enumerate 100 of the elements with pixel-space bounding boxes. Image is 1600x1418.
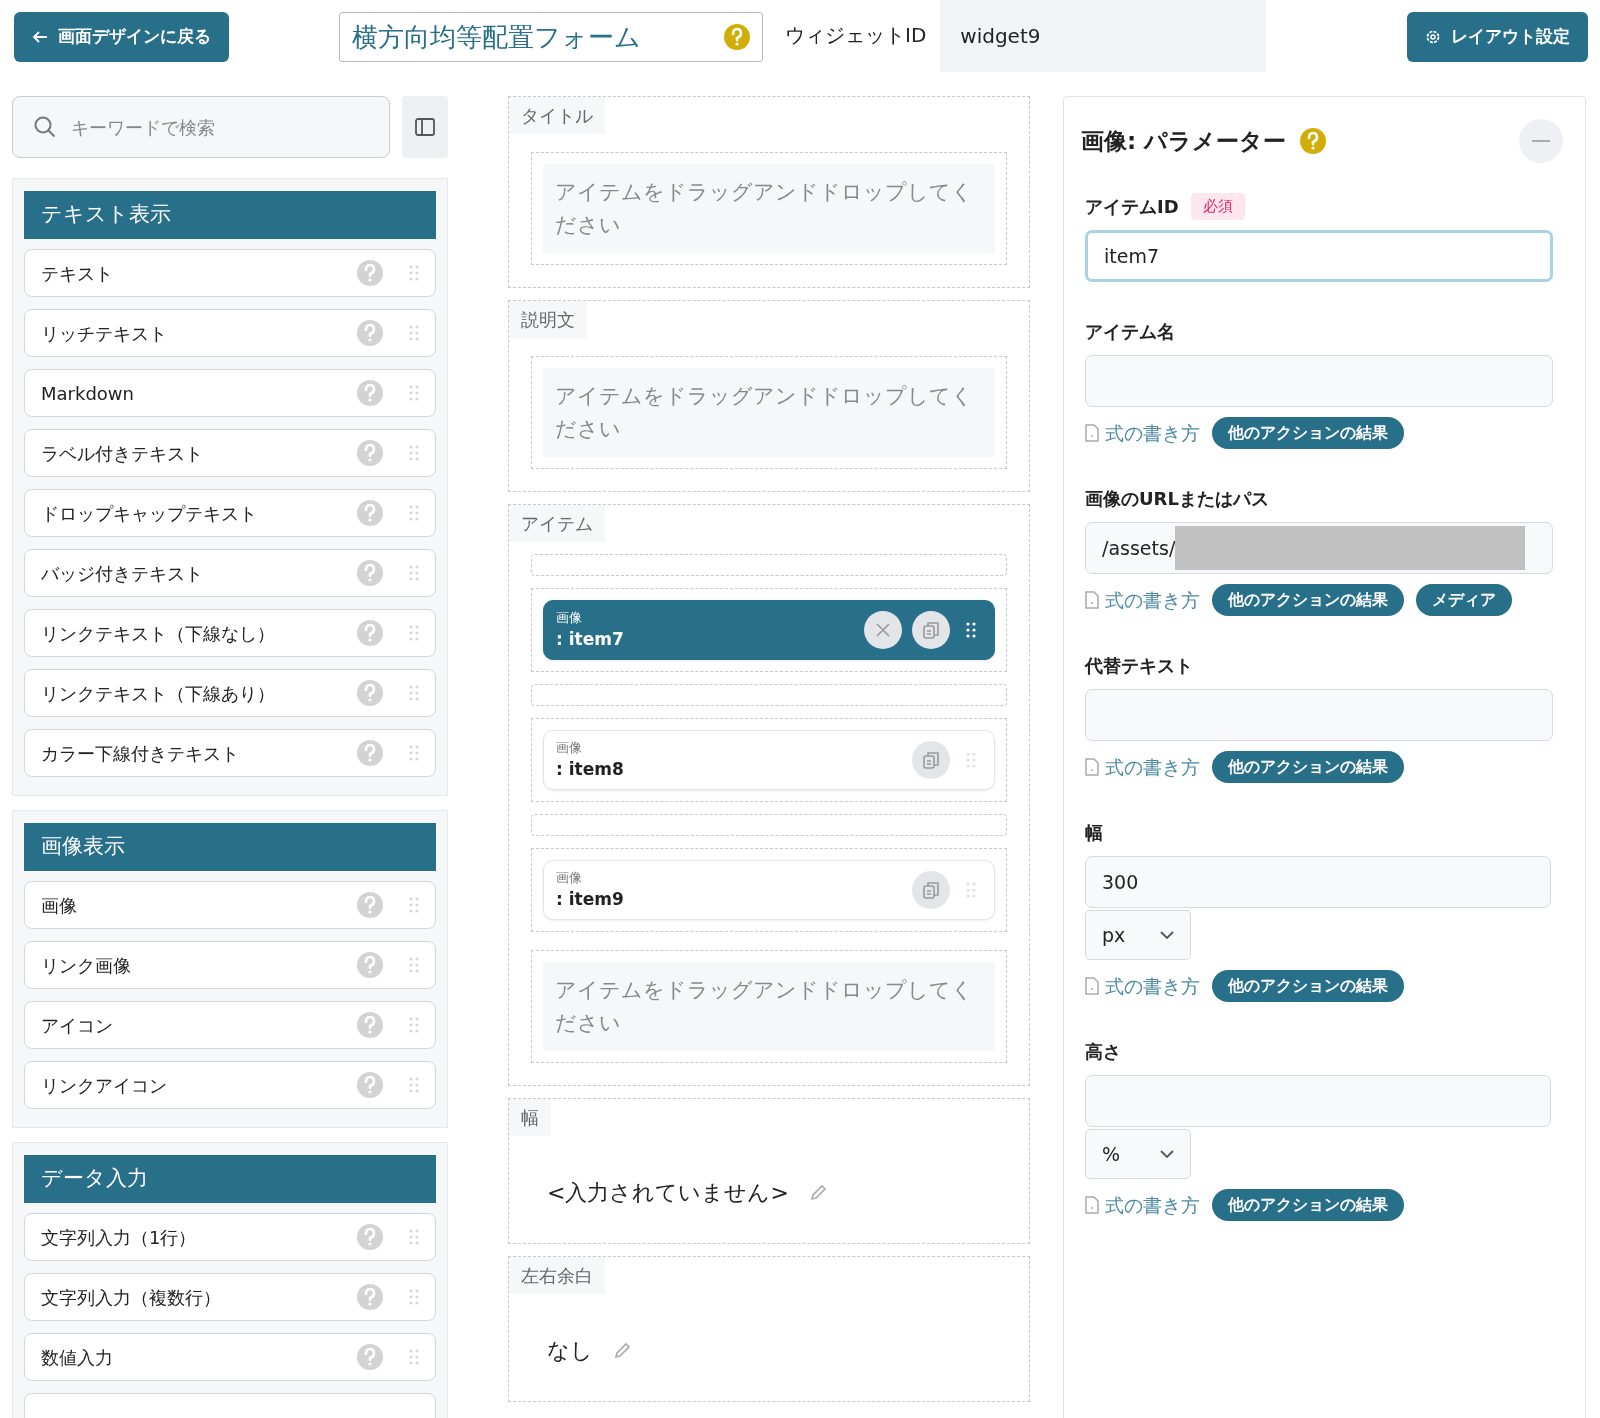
help-icon bbox=[357, 1012, 383, 1038]
palette-item[interactable]: リンク画像 bbox=[24, 941, 436, 989]
search-icon bbox=[33, 115, 57, 139]
drag-handle-icon[interactable] bbox=[409, 1349, 419, 1365]
help-icon bbox=[724, 24, 750, 50]
palette-item-label: バッジ付きテキスト bbox=[41, 561, 204, 586]
widget-card[interactable]: 画像 : item8 bbox=[543, 730, 995, 791]
document-icon bbox=[1085, 977, 1099, 995]
palette-item-label: ドロップキャップテキスト bbox=[41, 501, 258, 526]
insert-chip[interactable]: 他のアクションの結果 bbox=[1212, 584, 1404, 616]
formula-help-link[interactable]: 式の書き方 bbox=[1085, 585, 1200, 615]
palette-item[interactable]: リンクテキスト（下線なし） bbox=[24, 609, 436, 657]
formula-help-link[interactable]: 式の書き方 bbox=[1085, 971, 1200, 1001]
gear-icon bbox=[1425, 29, 1441, 45]
copy-icon bbox=[922, 751, 940, 770]
widget-card[interactable]: 画像 : item7 bbox=[543, 600, 995, 661]
unit-select[interactable]: % bbox=[1085, 1129, 1191, 1179]
drag-handle-icon[interactable] bbox=[409, 265, 419, 281]
copy-button[interactable] bbox=[912, 871, 950, 910]
widget-type: 画像 bbox=[556, 738, 583, 757]
help-icon bbox=[357, 560, 383, 586]
widget-card[interactable]: 画像 : item9 bbox=[543, 860, 995, 921]
drag-handle-icon[interactable] bbox=[409, 565, 419, 581]
drag-handle-icon[interactable] bbox=[409, 1289, 419, 1305]
help-icon bbox=[1300, 128, 1327, 154]
drag-handle-icon[interactable] bbox=[409, 897, 419, 913]
palette-item[interactable]: Markdown bbox=[24, 369, 436, 417]
field-label: 画像のURLまたはパス bbox=[1085, 487, 1269, 511]
copy-button[interactable] bbox=[912, 611, 950, 650]
unit-select[interactable]: px bbox=[1085, 910, 1191, 960]
input-field[interactable] bbox=[1085, 689, 1553, 741]
drag-handle-icon[interactable] bbox=[409, 1077, 419, 1093]
drag-handle-icon[interactable] bbox=[409, 685, 419, 701]
insert-chip[interactable]: 他のアクションの結果 bbox=[1212, 970, 1404, 1002]
formula-help-link[interactable]: 式の書き方 bbox=[1085, 1190, 1200, 1220]
input-field[interactable]: item7 bbox=[1085, 230, 1553, 282]
drag-handle-icon[interactable] bbox=[966, 752, 976, 769]
palette-item[interactable]: 画像 bbox=[24, 881, 436, 929]
palette-item[interactable]: 文字列入力（複数行） bbox=[24, 1273, 436, 1321]
drag-handle-icon[interactable] bbox=[409, 745, 419, 761]
drag-handle-icon[interactable] bbox=[409, 1229, 419, 1245]
input-field[interactable]: /assets/ bbox=[1085, 522, 1553, 574]
palette-item[interactable]: カラー下線付きテキスト bbox=[24, 729, 436, 777]
palette-item[interactable]: 数値入力 bbox=[24, 1333, 436, 1381]
help-icon bbox=[357, 500, 383, 526]
insert-chip[interactable]: 他のアクションの結果 bbox=[1212, 417, 1404, 449]
pencil-icon[interactable] bbox=[613, 1341, 631, 1360]
help-icon bbox=[357, 952, 383, 978]
insert-chip[interactable]: 他のアクションの結果 bbox=[1212, 1189, 1404, 1221]
layout-settings-button[interactable]: レイアウト設定 bbox=[1407, 12, 1588, 62]
help-icon bbox=[357, 380, 383, 406]
section-label: 左右余白 bbox=[509, 1257, 605, 1295]
minus-icon bbox=[1532, 140, 1550, 142]
value-text: <入力されていません> bbox=[547, 1179, 789, 1208]
pencil-icon[interactable] bbox=[808, 1183, 827, 1202]
section-label: タイトル bbox=[509, 97, 605, 134]
value-text: なし bbox=[547, 1337, 593, 1366]
palette-item-label: 画像 bbox=[41, 893, 78, 918]
drag-handle-icon[interactable] bbox=[966, 882, 976, 899]
formula-help-link[interactable]: 式の書き方 bbox=[1085, 418, 1200, 448]
palette-item[interactable]: リンクアイコン bbox=[24, 1061, 436, 1109]
sidebar-toggle-button[interactable] bbox=[402, 96, 448, 158]
palette-item[interactable]: アイコン bbox=[24, 1001, 436, 1049]
drag-handle-icon[interactable] bbox=[966, 622, 976, 639]
drag-handle-icon[interactable] bbox=[409, 505, 419, 521]
palette-item[interactable]: テキスト bbox=[24, 249, 436, 297]
insert-chip[interactable]: メディア bbox=[1416, 584, 1512, 616]
formula-help-link[interactable]: 式の書き方 bbox=[1085, 752, 1200, 782]
back-button[interactable]: 画面デザインに戻る bbox=[14, 12, 229, 62]
drag-handle-icon[interactable] bbox=[409, 385, 419, 401]
copy-icon bbox=[922, 621, 940, 640]
input-field[interactable] bbox=[1085, 1075, 1551, 1127]
help-icon bbox=[357, 680, 383, 706]
input-field[interactable]: 300 bbox=[1085, 856, 1551, 908]
drag-handle-icon[interactable] bbox=[409, 957, 419, 973]
widget-id: : item7 bbox=[556, 628, 625, 652]
palette-item[interactable]: バッジ付きテキスト bbox=[24, 549, 436, 597]
copy-button[interactable] bbox=[912, 741, 950, 780]
drag-handle-icon[interactable] bbox=[409, 625, 419, 641]
help-icon bbox=[357, 892, 383, 918]
form-title-field[interactable]: 横方向均等配置フォーム bbox=[339, 12, 763, 62]
arrow-left-icon bbox=[32, 30, 48, 44]
palette-item[interactable]: リッチテキスト bbox=[24, 309, 436, 357]
help-icon bbox=[357, 1284, 383, 1310]
document-icon bbox=[1085, 424, 1099, 442]
close-icon bbox=[875, 622, 891, 639]
palette-item-label: リンクテキスト（下線あり） bbox=[41, 681, 276, 706]
drag-handle-icon[interactable] bbox=[409, 325, 419, 341]
input-field[interactable] bbox=[1085, 355, 1553, 407]
required-badge: 必須 bbox=[1190, 193, 1245, 220]
close-button[interactable] bbox=[864, 611, 902, 650]
palette-item[interactable]: ラベル付きテキスト bbox=[24, 429, 436, 477]
palette-item[interactable]: 文字列入力（1行） bbox=[24, 1213, 436, 1261]
palette-item[interactable]: ドロップキャップテキスト bbox=[24, 489, 436, 537]
drag-handle-icon[interactable] bbox=[409, 445, 419, 461]
insert-chip[interactable]: 他のアクションの結果 bbox=[1212, 751, 1404, 783]
chevron-down-icon bbox=[1160, 931, 1174, 939]
palette-item[interactable]: リンクテキスト（下線あり） bbox=[24, 669, 436, 717]
drag-handle-icon[interactable] bbox=[409, 1017, 419, 1033]
collapse-button[interactable] bbox=[1519, 119, 1563, 163]
